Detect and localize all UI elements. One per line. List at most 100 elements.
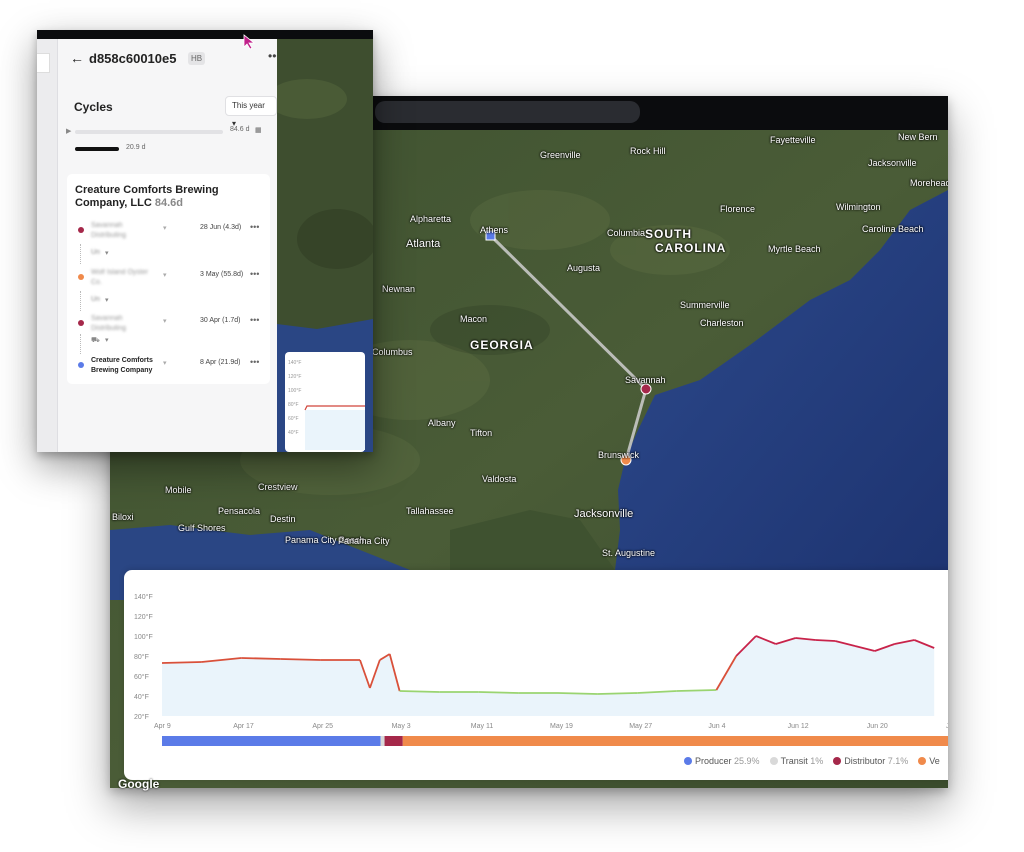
- city-label: Charleston: [700, 318, 744, 328]
- more-horizontal-icon[interactable]: •••: [250, 269, 259, 279]
- transport-mode: Un: [91, 296, 100, 303]
- legend-label: Transit: [780, 756, 811, 766]
- city-label: St. Augustine: [602, 548, 656, 558]
- x-tick-label: May 27: [629, 723, 652, 730]
- legend-label: Ve: [929, 756, 940, 766]
- stop-date: 3 May (55.8d): [200, 271, 244, 278]
- stop-dot: [78, 227, 84, 233]
- company-name: Creature Comforts Brewing Company, LLC 8…: [75, 184, 265, 210]
- x-tick-label: May 19: [550, 723, 573, 730]
- company-days: 84.6d: [154, 197, 183, 209]
- company-name-text: Creature Comforts Brewing Company, LLC: [75, 184, 219, 209]
- city-label: Carolina Beach: [862, 224, 924, 234]
- cycle-sub-bar: [75, 147, 119, 151]
- segment-bar-ve: [402, 736, 948, 746]
- city-label: Alpharetta: [410, 214, 452, 224]
- city-label: Athens: [480, 225, 509, 235]
- city-label: Tallahassee: [406, 506, 454, 516]
- city-label: Savannah: [625, 375, 666, 385]
- chart-area: [162, 636, 935, 716]
- cycle-total-duration: 84.6 d: [230, 126, 250, 133]
- window-topbar: [37, 30, 373, 39]
- y-tick-label: 40°F: [134, 693, 149, 701]
- sidebar-tab[interactable]: [37, 53, 50, 73]
- temperature-chart[interactable]: 140°F 120°F 100°F 80°F 60°F 40°F 20°F Apr 9 Apr …: [124, 570, 948, 780]
- chevron-down-icon[interactable]: ▾: [105, 296, 109, 304]
- legend-dot: [918, 757, 927, 765]
- chevron-down-icon[interactable]: ▾: [163, 359, 167, 367]
- device-id: d858c60010e5: [89, 51, 177, 66]
- truck-icon: ⛟: [91, 337, 100, 344]
- legend-dot: [769, 757, 778, 765]
- chevron-down-icon[interactable]: ▾: [105, 249, 109, 257]
- city-label: New Bern: [898, 132, 938, 142]
- stop-dot: [78, 362, 84, 368]
- mini-chart-plot: [304, 405, 365, 450]
- chevron-down-icon[interactable]: ▾: [163, 317, 167, 325]
- period-select-value: This year: [232, 101, 265, 110]
- company-card[interactable]: Creature Comforts Brewing Company, LLC 8…: [67, 174, 270, 384]
- x-tick-label: May 11: [471, 723, 494, 730]
- chevron-down-icon[interactable]: ▾: [163, 224, 167, 232]
- address-bar[interactable]: [375, 101, 640, 123]
- temperature-line-segment: [815, 639, 836, 642]
- x-tick-label: May 3: [392, 723, 411, 730]
- city-label: Columbia: [607, 228, 646, 238]
- more-horizontal-icon[interactable]: •••: [250, 357, 259, 367]
- play-icon[interactable]: ▶: [66, 127, 71, 135]
- more-horizontal-icon[interactable]: •••: [250, 315, 259, 325]
- city-label: Morehead: [910, 178, 948, 188]
- city-label: Brunswick: [598, 450, 640, 460]
- city-label: Augusta: [567, 263, 601, 273]
- city-label: Albany: [428, 418, 456, 428]
- temperature-line-segment: [241, 657, 281, 660]
- mini-temperature-chart: 140°F 120°F 100°F 80°F 60°F 40°F: [285, 352, 365, 452]
- city-label: Jacksonville: [574, 508, 634, 520]
- legend-item: Ve: [918, 756, 940, 766]
- device-panel: ← d858c60010e5 HB ••• Cycles This year ▾…: [58, 39, 281, 452]
- stop-item[interactable]: Savannah Distributing ▾ 28 Jun (4.3d) ••…: [67, 219, 270, 249]
- more-horizontal-icon[interactable]: •••: [250, 222, 259, 232]
- x-tick-label: Jun 12: [788, 723, 809, 730]
- stop-date: 8 Apr (21.9d): [200, 359, 241, 366]
- state-label: GEORGIA: [470, 338, 534, 352]
- legend-label: Distributor: [844, 756, 888, 766]
- legend-item: Transit 1%: [769, 756, 823, 766]
- chevron-down-icon[interactable]: ▾: [163, 271, 167, 279]
- arrow-left-icon[interactable]: ←: [70, 50, 84, 66]
- legend-percent: 25.9%: [734, 756, 760, 766]
- city-label: Columbus: [372, 347, 413, 357]
- stop-item[interactable]: Wolf Island Oyster Co. ▾ 3 May (55.8d) •…: [67, 266, 270, 296]
- x-tick-label: Apr 17: [233, 723, 254, 730]
- temperature-line-segment: [161, 661, 202, 664]
- city-label: Panama City: [338, 536, 390, 546]
- city-label: Fayetteville: [770, 135, 816, 145]
- mouse-cursor-icon: [243, 34, 256, 50]
- stop-dot: [78, 274, 84, 280]
- temperature-line-segment: [597, 692, 638, 695]
- stop-item[interactable]: Creature Comforts Brewing Company ▾ 8 Ap…: [67, 354, 270, 384]
- city-label: Newnan: [382, 284, 416, 294]
- temperature-line-segment: [557, 692, 598, 695]
- cycle-progress-track[interactable]: [75, 130, 223, 134]
- city-label: Destin: [270, 514, 296, 524]
- segment-bar-transit: [380, 736, 385, 746]
- city-label: Wilmington: [836, 202, 881, 212]
- legend-item: Distributor 7.1%: [833, 756, 908, 766]
- state-label: CAROLINA: [655, 241, 727, 255]
- calendar-icon[interactable]: ▦: [255, 126, 262, 134]
- stop-name: Savannah Distributing: [91, 315, 127, 332]
- chevron-down-icon[interactable]: ▾: [105, 336, 109, 344]
- city-label: Myrtle Beach: [768, 244, 821, 254]
- map-preview[interactable]: 140°F 120°F 100°F 80°F 60°F 40°F: [277, 39, 373, 452]
- y-tick-label: 140°F: [134, 593, 153, 601]
- left-gutter: [37, 39, 58, 452]
- period-select[interactable]: This year ▾: [225, 96, 277, 128]
- temperature-chart-card: 140°F 120°F 100°F 80°F 60°F 40°F 20°F Apr 9 Apr …: [124, 570, 948, 780]
- city-label: Crestview: [258, 482, 298, 492]
- legend-dot: [684, 757, 692, 765]
- legend-item: Producer 25.9%: [684, 756, 760, 766]
- y-tick-label: 60°F: [134, 673, 149, 681]
- y-tick-label: 120°F: [134, 613, 153, 621]
- temperature-line-segment: [676, 689, 717, 692]
